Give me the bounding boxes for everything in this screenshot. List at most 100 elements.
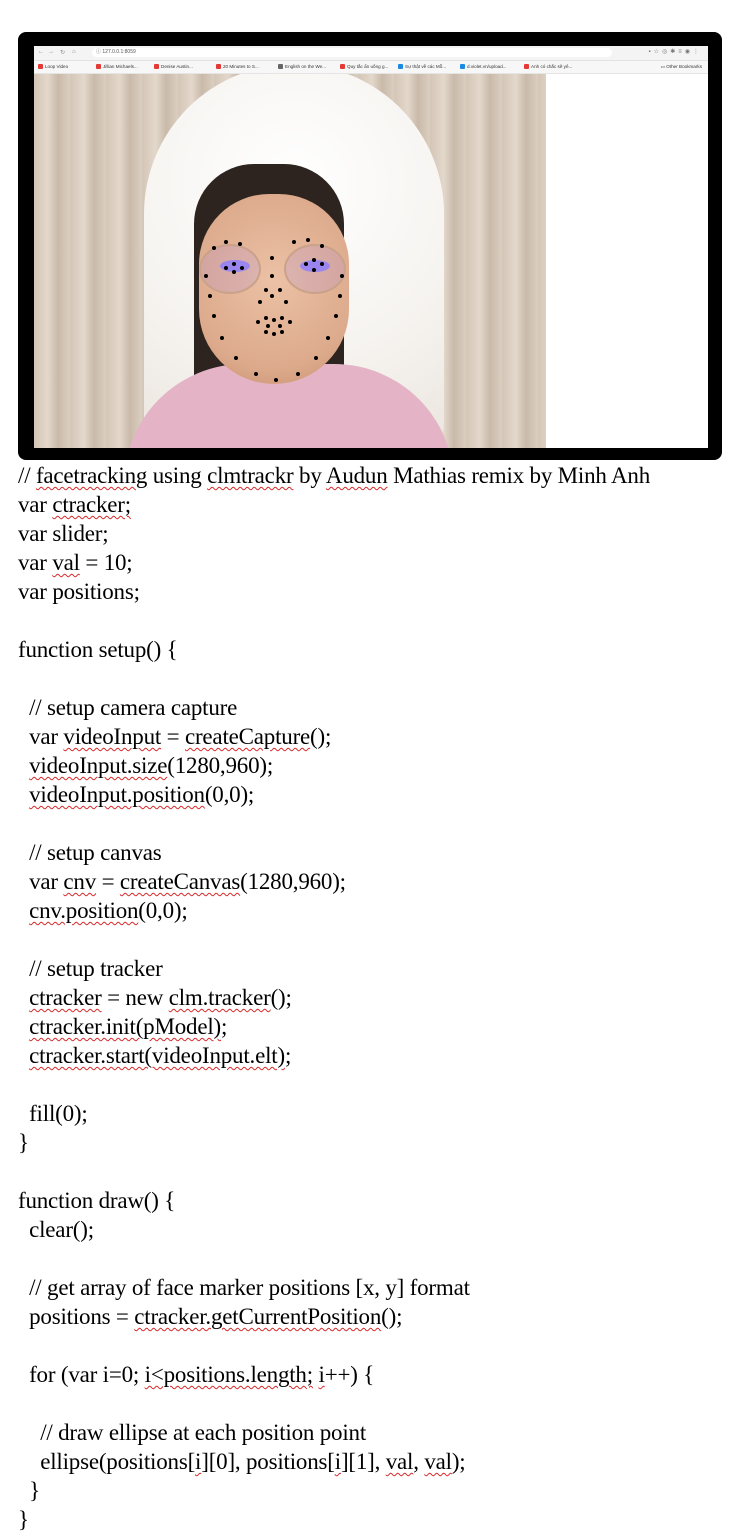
code-line: ellipse(positions[i][0], positions[i][1]… — [18, 1447, 748, 1476]
code-token-misspelled: ctracker.getCurrentPosition — [134, 1304, 382, 1329]
tracking-point — [258, 300, 262, 304]
code-line: fill(0); — [18, 1099, 748, 1128]
tracking-point — [272, 332, 276, 336]
code-line: } — [18, 1128, 748, 1157]
code-line: var positions; — [18, 577, 748, 606]
code-token: var slider; — [18, 521, 109, 546]
code-line: ctracker.start(videoInput.elt); — [18, 1041, 748, 1070]
back-icon[interactable]: ← — [38, 49, 44, 55]
code-token: (1280,960); — [240, 869, 346, 894]
tracking-point — [212, 314, 216, 318]
code-token-misspelled: videoInput.position — [29, 782, 205, 807]
code-line: positions = ctracker.getCurrentPosition(… — [18, 1302, 748, 1331]
code-token: function setup() { — [18, 637, 178, 662]
code-line: function setup() { — [18, 635, 748, 664]
code-token-misspelled: facetracking — [35, 463, 148, 488]
tracking-point — [288, 320, 292, 324]
browser-toolbar: ← → ↻ ⌂ ⓘ 127.0.0.1:8059 ▪☆◎✱≡◉⋮ — [34, 46, 708, 61]
tracking-point — [208, 294, 212, 298]
tracking-point — [280, 316, 284, 320]
address-bar[interactable]: ⓘ 127.0.0.1:8059 — [92, 48, 612, 57]
bookmark-item[interactable]: Jillian Michaels... — [96, 64, 138, 70]
bookmark-favicon-icon — [398, 64, 403, 70]
code-line: var videoInput = createCapture(); — [18, 722, 748, 751]
bookmark-item[interactable]: English on the We... — [278, 64, 326, 70]
code-line: // setup canvas — [18, 838, 748, 867]
code-token: var — [18, 869, 64, 894]
bookmark-favicon-icon — [460, 64, 465, 70]
tracking-point — [212, 246, 216, 250]
bookmark-item[interactable]: Anh có chắc sẽ yê... — [524, 64, 572, 70]
bookmark-label: Denise Austin... — [161, 64, 193, 69]
home-icon[interactable]: ⌂ — [72, 49, 76, 55]
code-token-misspelled: i<positions.length; — [144, 1362, 313, 1387]
code-token: clear(); — [18, 1217, 94, 1242]
code-token-misspelled: cnv — [63, 869, 97, 894]
extension-icons[interactable]: ▪☆◎✱≡◉⋮ — [648, 48, 702, 55]
other-bookmarks-label: Other Bookmarks — [666, 64, 702, 69]
bookmark-item[interactable]: Loop Video — [38, 64, 68, 70]
tracking-point — [312, 258, 316, 262]
code-line: clear(); — [18, 1215, 748, 1244]
bookmark-item[interactable]: Sự thật về các Mỗ... — [398, 64, 447, 70]
bookmark-favicon-icon — [524, 64, 529, 70]
other-bookmarks[interactable]: ▭ Other Bookmarks — [661, 64, 702, 70]
code-token: // draw ellipse at each position point — [18, 1420, 367, 1445]
code-token: } — [18, 1507, 29, 1532]
tracking-point — [304, 262, 308, 266]
code-token: function draw() { — [18, 1188, 176, 1213]
code-token-misspelled: videoInput.size — [29, 753, 168, 778]
tracking-point — [234, 356, 238, 360]
tracking-point — [314, 356, 318, 360]
bookmark-favicon-icon — [340, 64, 345, 70]
bookmark-item[interactable]: 20 Minutes to S... — [216, 64, 259, 70]
code-token: Mathias remix by Minh Anh — [387, 463, 651, 488]
reload-icon[interactable]: ↻ — [60, 49, 65, 56]
browser-window: ← → ↻ ⌂ ⓘ 127.0.0.1:8059 ▪☆◎✱≡◉⋮ ▭ Other… — [34, 46, 708, 448]
tracking-point — [320, 244, 324, 248]
bookmark-item[interactable]: d.violet.vn/upload... — [460, 64, 507, 70]
code-token: (1280,960); — [167, 753, 274, 778]
code-token-misspelled: Audun — [325, 463, 388, 488]
code-token: (); — [270, 985, 292, 1010]
code-token: fill(0); — [18, 1101, 88, 1126]
code-token-misspelled: val — [385, 1449, 414, 1474]
tracking-point — [296, 372, 300, 376]
code-line: // get array of face marker positions [x… — [18, 1273, 748, 1302]
code-token: ; — [284, 1043, 292, 1068]
code-token: // setup camera capture — [18, 695, 238, 720]
bookmark-label: Quy tắc ẩn uống g... — [347, 64, 389, 69]
code-line: var slider; — [18, 519, 748, 548]
code-token: // setup tracker — [18, 956, 163, 981]
tracking-point — [272, 318, 276, 322]
code-token: var — [18, 550, 53, 575]
tracking-point — [220, 336, 224, 340]
webcam-video — [34, 74, 546, 448]
code-token-misspelled: clmtrackr — [207, 463, 294, 488]
code-token: = 10; — [79, 550, 133, 575]
code-line: // draw ellipse at each position point — [18, 1418, 748, 1447]
code-token: = — [161, 724, 185, 749]
bookmark-label: Sự thật về các Mỗ... — [405, 64, 447, 69]
code-token: using — [147, 463, 208, 488]
tracking-point — [326, 336, 330, 340]
code-token: (); — [310, 724, 332, 749]
code-token-misspelled: cnv.position — [29, 898, 139, 923]
tracking-point — [238, 242, 242, 246]
code-token: (0,0); — [204, 782, 255, 807]
bookmark-item[interactable]: Denise Austin... — [154, 64, 193, 70]
code-token-misspelled: val — [52, 550, 80, 575]
bookmark-item[interactable]: Quy tắc ẩn uống g... — [340, 64, 389, 70]
code-token-misspelled: videoInput — [63, 724, 162, 749]
code-token: ); — [451, 1449, 466, 1474]
code-token: positions = — [18, 1304, 135, 1329]
code-line: } — [18, 1476, 748, 1505]
forward-icon[interactable]: → — [48, 49, 54, 55]
code-token: for (var i=0; — [18, 1362, 145, 1387]
